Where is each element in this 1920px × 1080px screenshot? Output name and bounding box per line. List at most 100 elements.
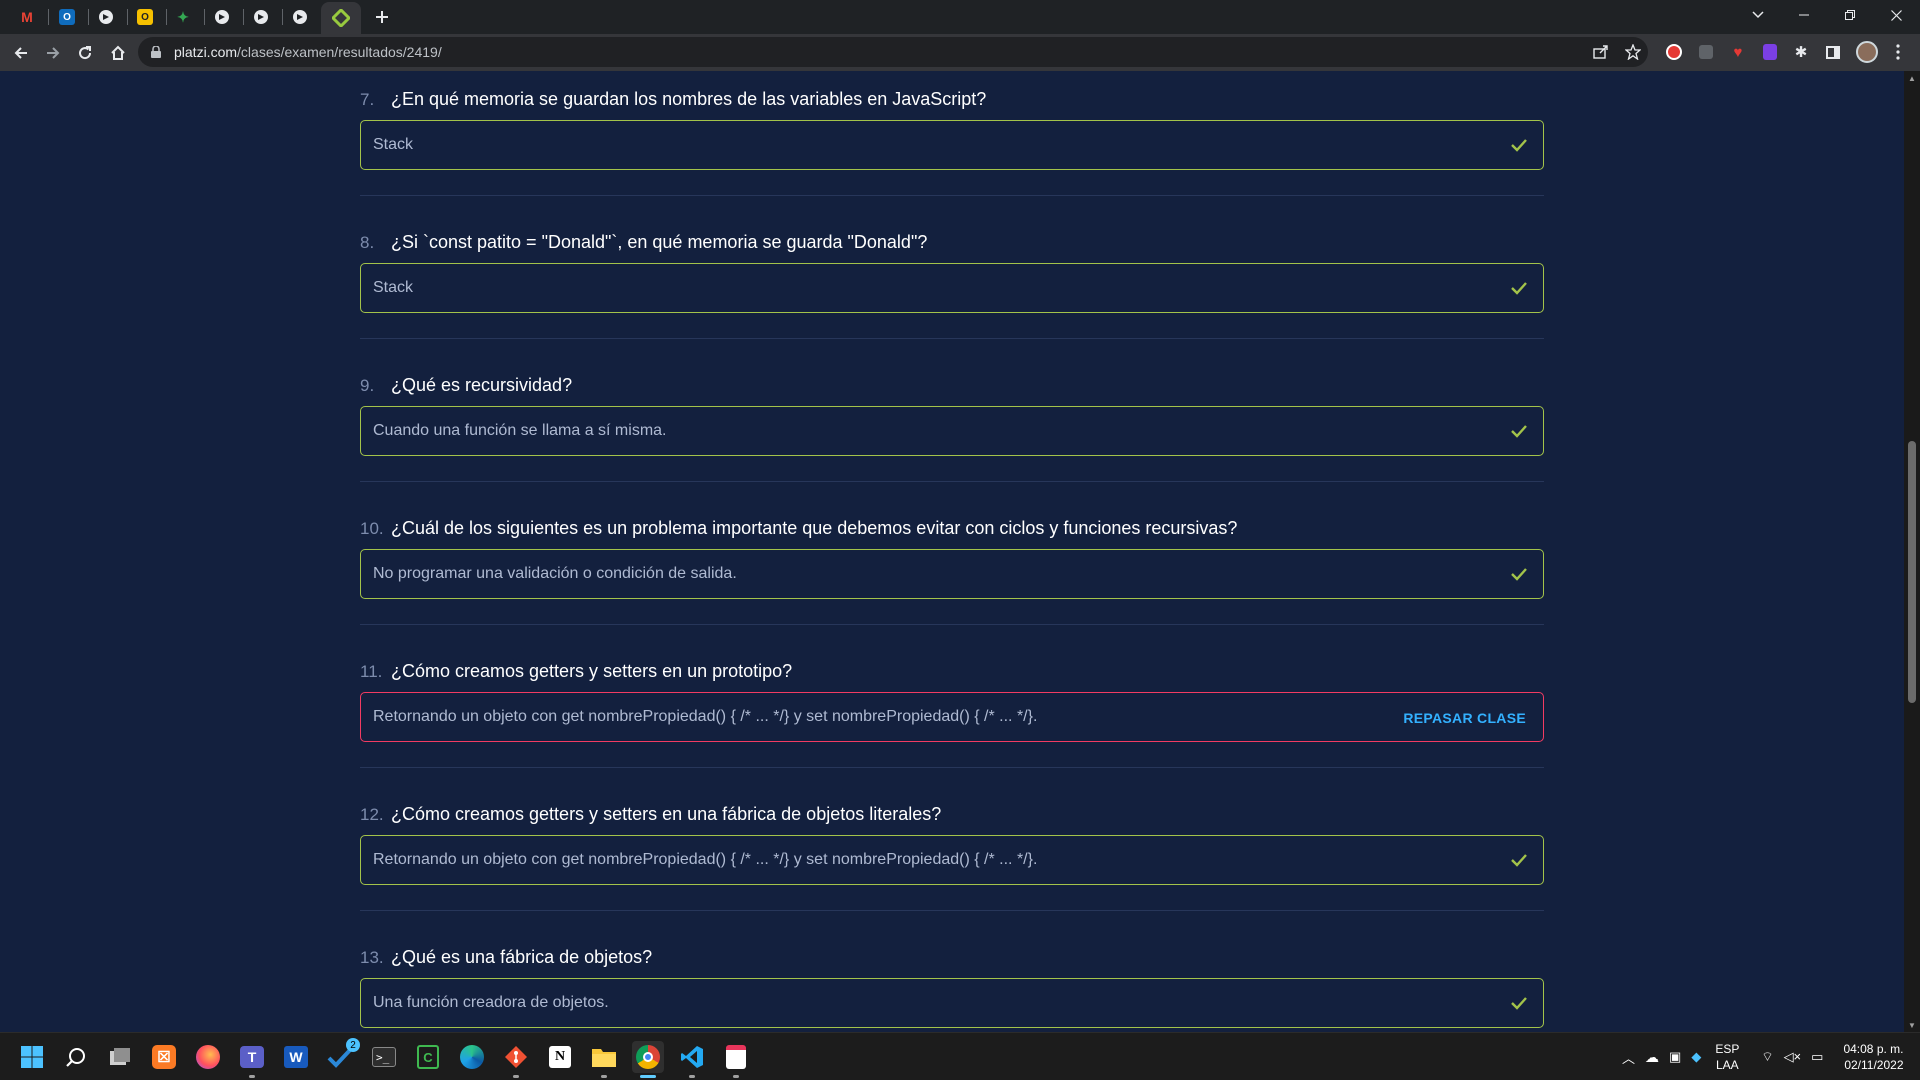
question-text: ¿Cómo creamos getters y setters en un pr… — [391, 661, 793, 681]
extension-purple-icon[interactable] — [1761, 43, 1779, 61]
tab-web-4[interactable] — [281, 4, 319, 30]
taskbar-search-button[interactable] — [60, 1041, 92, 1073]
taskbar-git[interactable] — [500, 1041, 532, 1078]
notion-icon: N — [549, 1046, 571, 1068]
extension-red-icon[interactable] — [1665, 43, 1683, 61]
new-tab-button[interactable] — [363, 4, 401, 30]
question-number: 12. — [360, 805, 384, 824]
tab-web-2[interactable] — [203, 4, 241, 30]
question-text: ¿Qué es una fábrica de objetos? — [391, 947, 653, 967]
taskbar-terminal[interactable]: >_ — [368, 1041, 400, 1073]
divider — [360, 624, 1544, 625]
question-heading: 10. ¿Cuál de los siguientes es un proble… — [360, 518, 1237, 540]
taskbar-teams[interactable]: T — [236, 1041, 268, 1078]
page-scrollbar[interactable]: ▲ ▼ — [1904, 71, 1920, 1032]
chevron-up-icon[interactable]: ︿ — [1622, 1048, 1635, 1067]
taskbar-calculator[interactable]: C — [412, 1041, 444, 1073]
taskbar-vscode[interactable] — [676, 1041, 708, 1078]
answer-box-correct: No programar una validación o condición … — [360, 549, 1544, 599]
answer-box-incorrect: Retornando un objeto con get nombrePropi… — [360, 692, 1544, 742]
divider — [360, 910, 1544, 911]
extension-grey-icon[interactable] — [1697, 43, 1715, 61]
taskbar-snipping-tool[interactable] — [720, 1041, 752, 1078]
tab-gmail[interactable]: M — [8, 4, 46, 30]
close-window-button[interactable] — [1873, 0, 1919, 30]
xampp-icon: ☒ — [152, 1045, 176, 1069]
answer-text: Cuando una función se llama a sí misma. — [373, 422, 667, 439]
onedrive-icon[interactable]: ☁ — [1645, 1049, 1659, 1066]
tray-app-icon[interactable]: ▣ — [1669, 1049, 1681, 1065]
taskbar-word[interactable]: W — [280, 1041, 312, 1073]
wifi-icon[interactable]: ⌔ — [1761, 1049, 1773, 1065]
outlook-icon: O — [59, 9, 75, 25]
back-button[interactable] — [7, 39, 35, 67]
question-text: ¿En qué memoria se guardan los nombres d… — [391, 89, 987, 109]
taskbar-firefox[interactable] — [192, 1041, 224, 1073]
teams-icon: T — [240, 1046, 264, 1068]
browser-toolbar: platzi.com/clases/examen/resultados/2419… — [0, 34, 1920, 71]
clock[interactable]: 04:08 p. m. 02/11/2022 — [1843, 1041, 1903, 1073]
volume-muted-icon[interactable]: ◁× — [1784, 1049, 1802, 1065]
divider — [360, 338, 1544, 339]
answer-box-correct: Cuando una función se llama a sí misma. — [360, 406, 1544, 456]
minimize-button[interactable] — [1781, 0, 1827, 30]
battery-icon[interactable]: ▭ — [1811, 1049, 1823, 1065]
snipping-tool-icon — [726, 1045, 746, 1069]
notification-badge: 2 — [346, 1038, 360, 1052]
question-number: 7. — [360, 90, 375, 109]
bookmark-star-icon[interactable] — [1625, 44, 1641, 60]
question-number: 8. — [360, 233, 375, 252]
taskbar-chrome[interactable] — [632, 1041, 664, 1078]
tab-web-1[interactable] — [87, 4, 125, 30]
share-icon[interactable] — [1593, 45, 1609, 59]
kebab-menu-icon — [1896, 44, 1900, 60]
tab-web-3[interactable] — [242, 4, 280, 30]
forward-button[interactable] — [39, 39, 67, 67]
taskbar-file-explorer[interactable] — [588, 1041, 620, 1078]
taskbar-todo[interactable]: 2 — [324, 1038, 360, 1073]
defender-icon[interactable]: ◆ — [1691, 1049, 1701, 1065]
tab-yellow-app[interactable]: O — [126, 4, 164, 30]
taskbar-notion[interactable]: N — [544, 1041, 576, 1073]
question-heading: 7. ¿En qué memoria se guardan los nombre… — [360, 89, 986, 111]
scroll-up-arrow[interactable]: ▲ — [1904, 71, 1920, 85]
home-button[interactable] — [104, 39, 132, 67]
language-indicator[interactable]: ESP LAA — [1715, 1041, 1739, 1073]
address-bar[interactable]: platzi.com/clases/examen/resultados/2419… — [138, 37, 1648, 67]
browser-menu-icon[interactable] — [1889, 43, 1907, 61]
tab-sparkle[interactable]: ✦ — [164, 4, 202, 30]
check-icon — [1511, 854, 1527, 867]
check-icon — [1511, 425, 1527, 438]
task-view-button[interactable] — [104, 1041, 136, 1073]
question-heading: 13. ¿Qué es una fábrica de objetos? — [360, 947, 652, 969]
taskbar-xampp[interactable]: ☒ — [148, 1041, 180, 1073]
check-icon — [1511, 139, 1527, 152]
profile-avatar[interactable] — [1856, 41, 1878, 63]
taskbar-edge[interactable] — [456, 1041, 488, 1073]
answer-text: No programar una validación o condición … — [373, 565, 737, 582]
chevron-down-icon — [1752, 11, 1764, 19]
start-button[interactable] — [16, 1041, 48, 1073]
tab-outlook[interactable]: O — [48, 4, 86, 30]
tab-search-button[interactable] — [1735, 0, 1781, 30]
scrollbar-thumb[interactable] — [1908, 441, 1916, 703]
tab-platzi-active[interactable] — [321, 2, 361, 34]
arrow-right-icon — [47, 47, 60, 59]
review-class-link[interactable]: REPASAR CLASE — [1403, 710, 1526, 726]
divider — [360, 767, 1544, 768]
vscode-icon — [681, 1046, 703, 1068]
chrome-icon — [636, 1045, 660, 1069]
question-text: ¿Qué es recursividad? — [391, 375, 573, 395]
search-icon — [66, 1048, 85, 1067]
scroll-down-arrow[interactable]: ▼ — [1904, 1018, 1920, 1032]
reload-button[interactable] — [71, 39, 99, 67]
extension-heart-icon[interactable]: ♥ — [1729, 43, 1747, 61]
answer-text: Retornando un objeto con get nombrePropi… — [373, 851, 1038, 868]
question-heading: 8. ¿Si `const patito = "Donald"`, en qué… — [360, 232, 927, 254]
extensions-puzzle-icon[interactable]: ✱ — [1792, 43, 1810, 61]
restore-button[interactable] — [1827, 0, 1873, 30]
word-icon: W — [284, 1046, 308, 1068]
windows-start-icon — [21, 1046, 43, 1068]
check-icon — [1511, 568, 1527, 581]
side-panel-icon[interactable] — [1824, 43, 1842, 61]
